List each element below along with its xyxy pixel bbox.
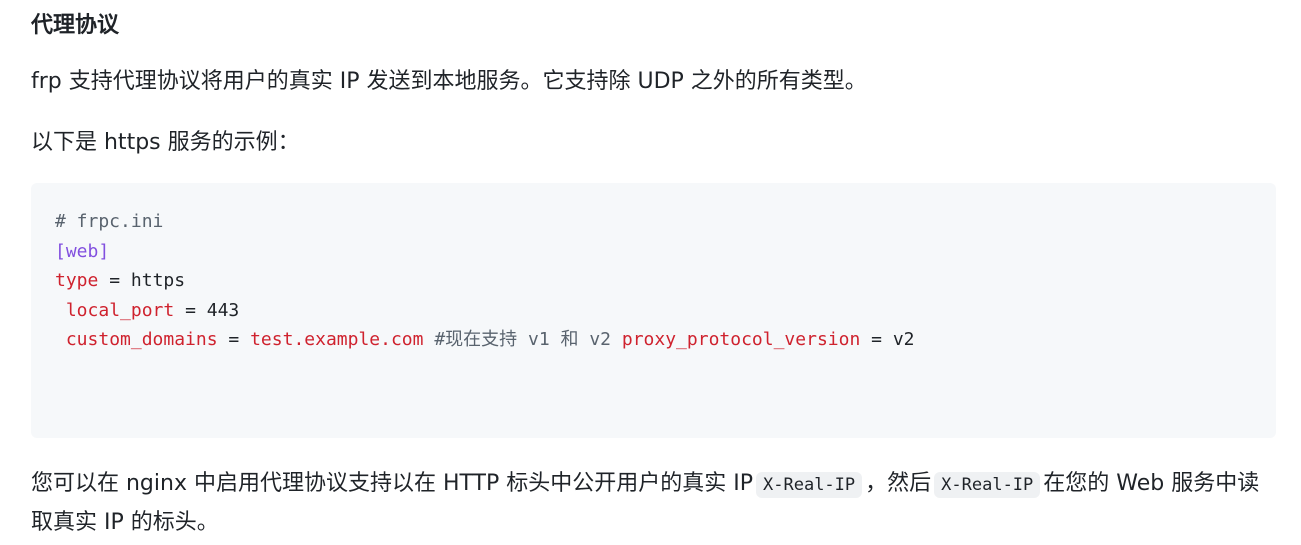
section-heading: 代理协议: [31, 13, 120, 38]
code-key-local-port: local_port: [65, 299, 175, 321]
code-line-3: type = https: [55, 266, 1252, 296]
code-equals: =: [109, 270, 121, 292]
example-intro-paragraph: 以下是 https 服务的示例：: [31, 130, 300, 155]
code-line-1: # frpc.ini: [55, 207, 1252, 237]
inline-code-x-real-ip: X-Real-IP: [756, 472, 863, 498]
code-key-type: type: [55, 270, 99, 292]
code-equals: =: [185, 299, 196, 321]
code-value-proxy-protocol: v2: [892, 329, 915, 351]
code-value-local-port: 443: [206, 299, 240, 321]
code-equals: =: [871, 329, 882, 351]
code-line-4: local_port = 443: [55, 296, 1252, 326]
code-section: [web]: [55, 240, 110, 262]
intro-paragraph: frp 支持代理协议将用户的真实 IP 发送到本地服务。它支持除 UDP 之外的…: [31, 69, 867, 94]
inline-code-x-real-ip-2: X-Real-IP: [934, 472, 1041, 498]
code-key-custom-domains: custom_domains: [65, 329, 218, 351]
code-value-type: https: [130, 270, 186, 292]
outro-text-2: ，然后: [865, 471, 932, 496]
document-page: 代理协议 frp 支持代理协议将用户的真实 IP 发送到本地服务。它支持除 UD…: [0, 0, 1301, 545]
code-comment: # frpc.ini: [55, 211, 164, 232]
code-line-5: custom_domains = test.example.com #现在支持 …: [55, 325, 1252, 355]
code-line-2: [web]: [55, 237, 1252, 267]
code-value-custom-domains: test.example.com: [250, 329, 424, 351]
code-key-proxy-protocol: proxy_protocol_version: [621, 329, 861, 351]
outro-text-1: 您可以在 nginx 中启用代理协议支持以在 HTTP 标头中公开用户的真实 I…: [31, 471, 754, 496]
code-inline-comment: #现在支持 v1 和 v2: [434, 329, 612, 351]
code-equals: =: [228, 329, 240, 351]
code-block[interactable]: # frpc.ini [web] type = https local_port =…: [31, 183, 1276, 438]
outro-paragraph: 您可以在 nginx 中启用代理协议支持以在 HTTP 标头中公开用户的真实 I…: [31, 465, 1276, 541]
